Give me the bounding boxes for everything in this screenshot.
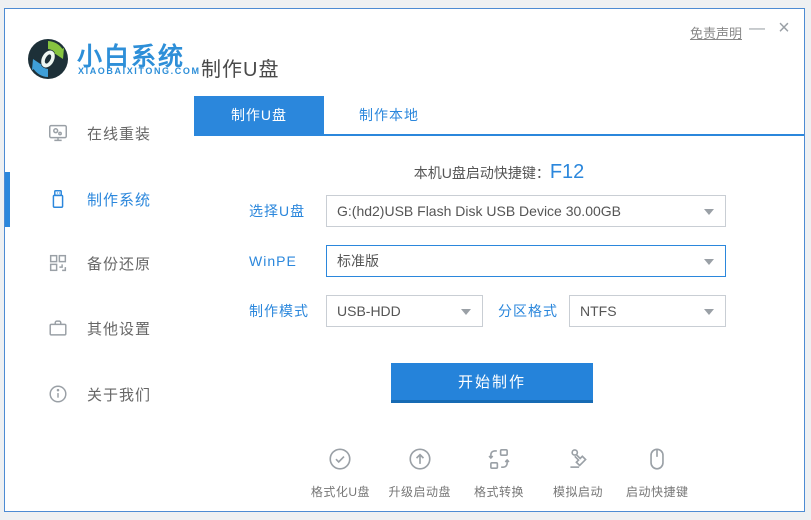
convert-icon — [486, 446, 512, 477]
chevron-down-icon — [704, 259, 714, 265]
minimize-button[interactable]: — — [748, 19, 766, 39]
briefcase-icon — [47, 317, 69, 339]
tool-label: 启动快捷键 — [626, 483, 689, 500]
tab-make-usb[interactable]: 制作U盘 — [194, 96, 324, 134]
sidebar-item-label: 制作系统 — [87, 189, 151, 210]
app-window: 免责声明 — × 小白系统 XIAOBAIXITONG.COM 制作U盘 在线重… — [4, 8, 805, 512]
chevron-down-icon — [704, 209, 714, 215]
info-icon — [47, 383, 69, 405]
sidebar-item-backup-restore[interactable]: 备份还原 — [5, 236, 194, 291]
tool-format-convert[interactable]: 格式转换 — [468, 446, 530, 500]
make-mode-label: 制作模式 — [249, 295, 309, 327]
usb-icon — [47, 188, 69, 210]
brand-domain: XIAOBAIXITONG.COM — [78, 66, 201, 76]
sidebar-item-label: 在线重装 — [87, 123, 151, 144]
tool-boot-hotkey[interactable]: 启动快捷键 — [626, 446, 689, 500]
chevron-down-icon — [704, 309, 714, 315]
grid-icon — [47, 252, 69, 274]
tool-upgrade-boot-disk[interactable]: 升级启动盘 — [388, 446, 451, 500]
disclaimer-link[interactable]: 免责声明 — [690, 23, 742, 42]
make-mode-dropdown[interactable]: USB-HDD — [326, 295, 483, 327]
sidebar-item-label: 关于我们 — [87, 384, 151, 405]
start-make-button[interactable]: 开始制作 — [391, 363, 593, 403]
chevron-down-icon — [461, 309, 471, 315]
hotkey-line: 本机U盘启动快捷键：F12 — [194, 161, 804, 184]
sidebar-item-make-system[interactable]: 制作系统 — [5, 172, 194, 227]
winpe-label: WinPE — [249, 245, 297, 277]
monitor-icon — [47, 122, 69, 144]
winpe-dropdown[interactable]: 标准版 — [326, 245, 726, 277]
hotkey-prefix: 本机U盘启动快捷键： — [414, 165, 550, 181]
tool-label: 升级启动盘 — [388, 483, 451, 500]
mouse-icon — [644, 446, 670, 477]
arrow-up-circle-icon — [407, 446, 433, 477]
tool-label: 格式转换 — [474, 483, 524, 500]
partition-format-dropdown[interactable]: NTFS — [569, 295, 726, 327]
partition-format-label: 分区格式 — [498, 295, 558, 327]
tool-simulate-boot[interactable]: 模拟启动 — [547, 446, 609, 500]
make-mode-value: USB-HDD — [337, 303, 401, 319]
tab-make-local[interactable]: 制作本地 — [324, 96, 454, 134]
sidebar-item-label: 其他设置 — [87, 318, 151, 339]
usb-select-dropdown[interactable]: G:(hd2)USB Flash Disk USB Device 30.00GB — [326, 195, 726, 227]
tool-label: 格式化U盘 — [311, 483, 370, 500]
usb-select-label: 选择U盘 — [249, 195, 305, 227]
page-title: 制作U盘 — [201, 53, 279, 82]
footer-tools: 格式化U盘 升级启动盘 格式转换 — [194, 446, 804, 500]
tool-format-usb[interactable]: 格式化U盘 — [309, 446, 371, 500]
sidebar-item-other-settings[interactable]: 其他设置 — [5, 301, 194, 356]
tool-label: 模拟启动 — [553, 483, 603, 500]
stamp-icon — [565, 446, 591, 477]
hotkey-value: F12 — [550, 161, 584, 183]
sidebar-item-online-reinstall[interactable]: 在线重装 — [5, 106, 194, 161]
close-button[interactable]: × — [774, 17, 794, 39]
sidebar-item-label: 备份还原 — [87, 253, 151, 274]
sidebar-item-about-us[interactable]: 关于我们 — [5, 367, 194, 422]
partition-format-value: NTFS — [580, 303, 617, 319]
usb-select-value: G:(hd2)USB Flash Disk USB Device 30.00GB — [337, 203, 621, 219]
check-circle-icon — [327, 446, 353, 477]
winpe-value: 标准版 — [337, 253, 379, 269]
tabbar: 制作U盘 制作本地 — [194, 96, 804, 136]
brand-logo-icon — [26, 37, 70, 81]
